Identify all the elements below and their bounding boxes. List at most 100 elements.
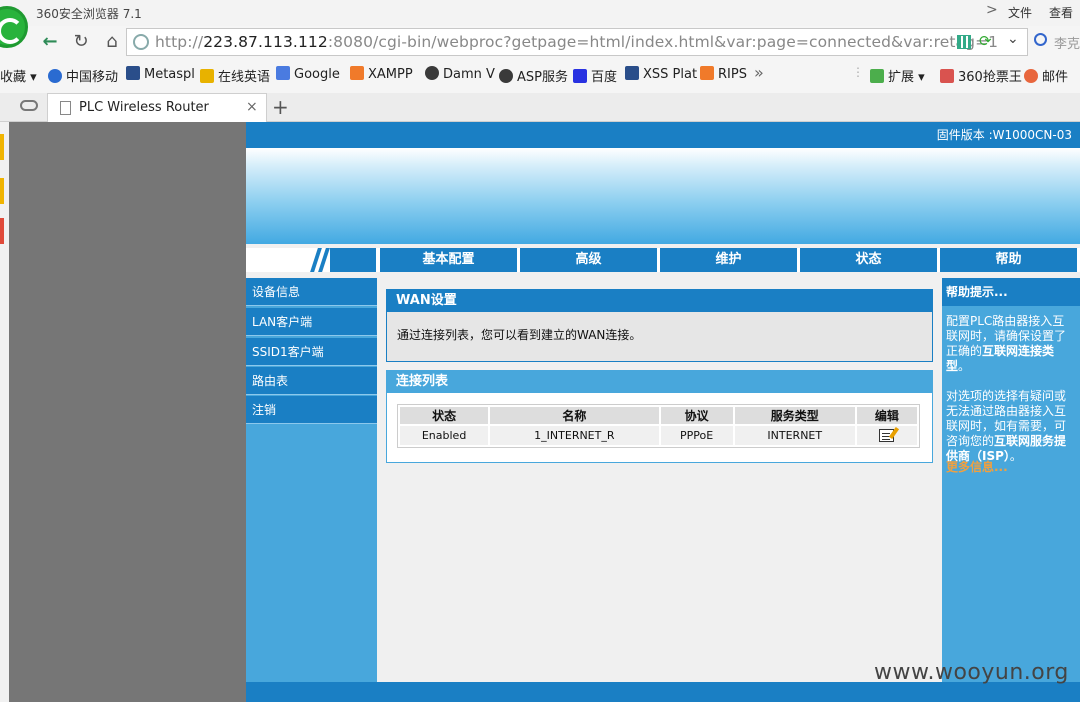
router-menu-bar: 基本配置 高级 维护 状态 帮助 <box>246 248 1080 272</box>
connection-list-panel: 连接列表 状态 名称 协议 服务类型 编辑 Enabled 1_INTERNET… <box>386 370 933 463</box>
dvwa-icon <box>425 66 439 80</box>
firmware-version: 固件版本 :W1000CN-03 <box>936 128 1072 142</box>
column-header: 协议 <box>660 407 733 424</box>
router-bottom-bar <box>246 682 1080 702</box>
help-text: 配置PLC路由器接入互联网时，请确保设置了正确的互联网连接类型。 对选项的选择有… <box>946 314 1076 479</box>
edit-icon[interactable] <box>879 429 895 443</box>
home-button[interactable]: ⌂ <box>99 29 125 55</box>
table-header-row: 状态 名称 协议 服务类型 编辑 <box>400 407 917 424</box>
strip-tag-icon[interactable] <box>0 134 4 160</box>
sidebar-item-lan-clients[interactable]: LAN客户端 <box>246 308 377 336</box>
xss-icon <box>625 66 639 80</box>
bookmark-xss[interactable]: XSS Plat <box>625 66 697 82</box>
url-path: :8080/cgi-bin/webproc?getpage=html/index… <box>327 33 999 51</box>
sidebar-item-logout[interactable]: 注销 <box>246 396 377 424</box>
bookmark-extensions[interactable]: 扩展 ▾ <box>870 66 925 85</box>
english-icon <box>200 69 214 83</box>
address-bar[interactable]: http://223.87.113.112:8080/cgi-bin/webpr… <box>126 28 1028 56</box>
panel-description: 通过连接列表，您可以看到建立的WAN连接。 <box>397 328 642 342</box>
main-content: WAN设置 通过连接列表，您可以看到建立的WAN连接。 连接列表 状态 名称 协… <box>377 278 942 682</box>
menu-help[interactable]: 帮助 <box>940 248 1077 272</box>
column-header: 状态 <box>400 407 489 424</box>
sidebar-item-ssid1-clients[interactable]: SSID1客户端 <box>246 338 377 366</box>
search-input[interactable]: 李克 <box>1054 33 1080 52</box>
menu-decoration <box>330 248 376 272</box>
qr-code-icon[interactable] <box>957 35 971 49</box>
app-title: 360安全浏览器 7.1 <box>36 7 142 21</box>
page-left-margin <box>0 122 246 702</box>
tab-bar: PLC Wireless Router × + <box>0 93 1080 122</box>
title-bar: 360安全浏览器 7.1 > 文件 查看 <box>0 0 1080 48</box>
extension-icon <box>870 69 884 83</box>
bookmark-asp[interactable]: ASP服务 <box>499 66 568 85</box>
reload-button[interactable]: ↻ <box>68 29 94 55</box>
help-title: 帮助提示... <box>942 278 1080 306</box>
bookmark-metasploit[interactable]: Metaspl <box>126 66 195 82</box>
cell-protocol: PPPoE <box>660 426 733 445</box>
strip-tag-icon[interactable] <box>0 178 4 204</box>
cell-name: 1_INTERNET_R <box>490 426 659 445</box>
help-paragraph: 配置PLC路由器接入互联网时，请确保设置了正确的互联网连接类型。 <box>946 314 1067 373</box>
sidebar-item-device-info[interactable]: 设备信息 <box>246 278 377 306</box>
bookmark-ticket[interactable]: 360抢票王 <box>940 66 1022 85</box>
router-top-bar: 固件版本 :W1000CN-03 <box>246 122 1080 148</box>
bookmark-english[interactable]: 在线英语 <box>200 66 270 85</box>
help-sidebar: 帮助提示... 配置PLC路由器接入互联网时，请确保设置了正确的互联网连接类型。… <box>942 278 1080 682</box>
column-header: 名称 <box>490 407 659 424</box>
menu-status[interactable]: 状态 <box>800 248 937 272</box>
cell-edit <box>856 426 917 445</box>
close-icon[interactable]: × <box>246 99 258 115</box>
mail-icon <box>1024 69 1038 83</box>
china-mobile-icon <box>48 69 62 83</box>
bookmark-baidu[interactable]: 百度 <box>573 66 617 85</box>
bookmark-google[interactable]: Google <box>276 66 340 82</box>
menu-file[interactable]: 文件 <box>1008 4 1032 21</box>
panel-title: WAN设置 <box>387 290 932 312</box>
bookmark-china-mobile[interactable]: 中国移动 <box>48 66 118 85</box>
sidebar-item-routing-table[interactable]: 路由表 <box>246 367 377 395</box>
sidebar-strip <box>0 122 9 702</box>
double-chevron-icon[interactable]: » <box>754 63 764 82</box>
ticket-icon <box>940 69 954 83</box>
bookmark-rips[interactable]: RIPS <box>700 66 747 82</box>
tab-title: PLC Wireless Router <box>79 100 209 115</box>
new-tab-button[interactable]: + <box>272 95 289 119</box>
menu-view[interactable]: 查看 <box>1049 4 1073 21</box>
tab-plc-router[interactable]: PLC Wireless Router × <box>47 93 267 122</box>
column-header: 服务类型 <box>734 407 855 424</box>
more-info-link[interactable]: 更多信息... <box>946 458 1008 475</box>
navigation-bar: ← ↻ ⌂ http://223.87.113.112:8080/cgi-bin… <box>0 27 1080 57</box>
bookmarks-bar: 收藏 ▾ 中国移动 Metaspl 在线英语 Google XAMPP Damn… <box>0 60 1080 88</box>
router-page: 固件版本 :W1000CN-03 基本配置 高级 维护 状态 帮助 设备信息 L… <box>246 122 1080 702</box>
connection-table: 状态 名称 协议 服务类型 编辑 Enabled 1_INTERNET_R PP… <box>397 404 920 448</box>
url-scheme: http:// <box>155 33 204 51</box>
url-text[interactable]: http://223.87.113.112:8080/cgi-bin/webpr… <box>155 33 998 51</box>
bookmark-dvwa[interactable]: Damn V <box>425 66 495 82</box>
router-sidebar: 设备信息 LAN客户端 SSID1客户端 路由表 注销 <box>246 278 377 682</box>
router-banner <box>246 148 1080 244</box>
search-box[interactable]: 李克 <box>1028 28 1080 56</box>
cell-service-type: INTERNET <box>734 426 855 445</box>
browser-chrome: 360安全浏览器 7.1 > 文件 查看 ← ↻ ⌂ http://223.87… <box>0 0 1080 122</box>
divider: ⋮ <box>852 65 864 79</box>
page-icon <box>60 101 71 115</box>
cell-status: Enabled <box>400 426 489 445</box>
menu-maintenance[interactable]: 维护 <box>660 248 797 272</box>
compat-mode-icon[interactable]: ⟳ <box>979 32 992 50</box>
panel-title: 连接列表 <box>387 371 932 393</box>
chevron-right-icon[interactable]: > <box>986 2 998 18</box>
bookmark-mail[interactable]: 邮件 <box>1024 66 1068 85</box>
strip-tag-icon[interactable] <box>0 218 4 244</box>
back-button[interactable]: ← <box>37 29 63 55</box>
search-icon <box>1034 33 1047 46</box>
watermark: www.wooyun.org <box>874 660 1069 685</box>
bookmark-xampp[interactable]: XAMPP <box>350 66 413 82</box>
wan-settings-panel: WAN设置 通过连接列表，您可以看到建立的WAN连接。 <box>386 289 933 362</box>
menu-basic-config[interactable]: 基本配置 <box>380 248 517 272</box>
bookmark-favorites[interactable]: 收藏 ▾ <box>0 66 37 85</box>
url-dropdown-icon[interactable]: ⌄ <box>1007 31 1019 47</box>
menu-advanced[interactable]: 高级 <box>520 248 657 272</box>
url-host: 223.87.113.112 <box>203 33 328 51</box>
cloud-icon[interactable] <box>20 100 38 111</box>
globe-icon <box>133 34 149 50</box>
